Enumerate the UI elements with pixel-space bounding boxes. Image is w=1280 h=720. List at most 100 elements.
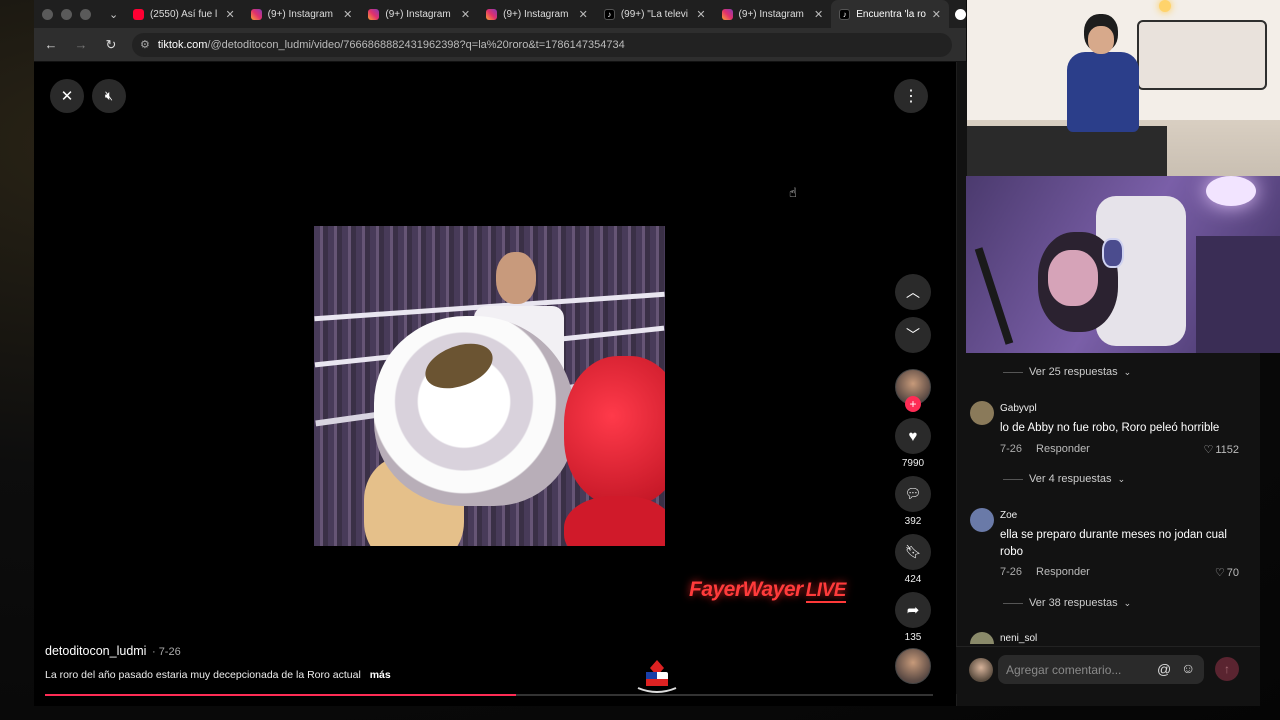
muted-speaker-icon: 🔇︎ xyxy=(104,88,114,103)
previous-video-button[interactable]: ︿ xyxy=(895,274,931,310)
chevron-down-icon: ⌄ xyxy=(1123,366,1132,377)
tab-close-icon[interactable]: ✕ xyxy=(461,8,470,21)
chile-emblem-icon xyxy=(637,660,677,693)
chevron-down-icon: ﹀ xyxy=(906,327,920,343)
comment-text: lo de Abby no fue robo, Roro peleó horri… xyxy=(1000,422,1220,434)
url-field[interactable]: ⚙ tiktok.com/@detoditocon_ludmi/video/76… xyxy=(132,32,952,57)
instagram-icon xyxy=(486,8,498,20)
chevron-up-icon: ︿ xyxy=(906,284,920,300)
browser-tab-active[interactable]: ♪ Encuentra 'la ro ✕ xyxy=(831,0,949,28)
video-author-name[interactable]: detoditocon_ludmi xyxy=(45,644,146,658)
browser-tab[interactable]: ♪ (99+) "La televi ✕ xyxy=(596,0,714,28)
tiktok-icon: ♪ xyxy=(839,8,851,20)
comment-button[interactable]: 💬︎ xyxy=(895,476,931,512)
next-video-button[interactable]: ﹀ xyxy=(895,317,931,353)
video-progress-fill xyxy=(45,694,516,696)
replies-label: Ver 25 respuestas xyxy=(1029,366,1118,378)
heart-icon: ♥ xyxy=(908,427,918,445)
tab-close-icon[interactable]: ✕ xyxy=(579,8,588,21)
webcam-feed-guest xyxy=(966,176,1280,353)
view-replies-toggle[interactable]: Ver 25 respuestas ⌄ xyxy=(1003,366,1131,378)
instagram-icon xyxy=(368,8,380,20)
chevron-down-icon: ⌄ xyxy=(1123,597,1132,608)
url-path: /@detoditocon_ludmi/video/76668688824319… xyxy=(207,38,625,51)
screen: ⌄ (2550) Así fue l ✕ (9+) Instagram ✕ (9… xyxy=(0,0,1280,720)
video-author-line: detoditocon_ludmi · 7-26 xyxy=(45,644,181,658)
comment-input[interactable]: Agregar comentario... @ ☺ xyxy=(998,655,1204,684)
tab-label: (9+) Instagram xyxy=(503,8,569,20)
tab-close-icon[interactable]: ✕ xyxy=(225,8,234,21)
mouse-pointer-icon: ☝︎ xyxy=(789,185,797,200)
tab-close-icon[interactable]: ✕ xyxy=(343,8,352,21)
comment-username[interactable]: neni_sol xyxy=(1000,633,1037,644)
comment-like-button[interactable]: ♡ 70 xyxy=(1179,566,1239,579)
comment-like-button[interactable]: ♡ 1152 xyxy=(1179,443,1239,456)
forward-arrow-icon[interactable]: → xyxy=(68,37,94,52)
comment-date: 7-26 xyxy=(1000,566,1023,578)
heart-outline-icon: ♡ xyxy=(1214,567,1225,579)
save-button[interactable]: 🔖︎ xyxy=(895,534,931,570)
tab-label: (9+) Instagram xyxy=(385,8,451,20)
comment-avatar[interactable] xyxy=(970,632,994,644)
more-options-button[interactable]: ⋮ xyxy=(894,79,928,113)
video-date: 7-26 xyxy=(158,646,181,658)
video-viewer: ✕ 🔇︎ ⋮ ︿ ﹀ + ♥ 7990 💬︎ 392 🔖︎ 424 ➦ 135 xyxy=(34,62,956,706)
browser-tab[interactable]: (9+) Instagram ✕ xyxy=(243,0,361,28)
video-player[interactable] xyxy=(314,226,665,546)
window-controls xyxy=(42,8,91,20)
tab-label: Encuentra 'la ro xyxy=(856,8,926,20)
reload-icon[interactable]: ↻ xyxy=(98,37,124,53)
mute-toggle-button[interactable]: 🔇︎ xyxy=(92,79,126,113)
comment-meta: 7-26 Responder xyxy=(1000,566,1090,578)
like-button[interactable]: ♥ xyxy=(895,418,931,454)
comment-like-count: 1152 xyxy=(1215,444,1239,456)
comment-avatar[interactable] xyxy=(970,401,994,425)
close-video-button[interactable]: ✕ xyxy=(50,79,84,113)
caption-more-link[interactable]: más xyxy=(370,669,391,681)
comment-username[interactable]: Zoe xyxy=(1000,510,1017,521)
back-arrow-icon[interactable]: ← xyxy=(38,37,64,52)
instagram-icon xyxy=(250,8,262,20)
maximize-window-button[interactable] xyxy=(80,8,91,20)
tab-close-icon[interactable]: ✕ xyxy=(696,8,705,21)
reply-button[interactable]: Responder xyxy=(1036,443,1090,455)
view-replies-toggle[interactable]: Ver 38 respuestas ⌄ xyxy=(1003,597,1131,609)
comment-input-placeholder: Agregar comentario... xyxy=(1006,662,1122,677)
comment-avatar[interactable] xyxy=(970,508,994,532)
google-icon[interactable] xyxy=(954,8,966,20)
browser-tab[interactable]: (9+) Instagram ✕ xyxy=(478,0,596,28)
send-comment-button[interactable]: ↑ xyxy=(1215,657,1239,681)
chevron-down-icon: ⌄ xyxy=(1117,473,1126,484)
reply-button[interactable]: Responder xyxy=(1036,566,1090,578)
tab-close-icon[interactable]: ✕ xyxy=(814,8,823,21)
heart-outline-icon: ♡ xyxy=(1203,444,1214,456)
youtube-icon xyxy=(132,8,144,20)
share-button[interactable]: ➦ xyxy=(895,592,931,628)
overlay-brand-text: FayerWayer xyxy=(689,578,803,601)
comment-count: 392 xyxy=(904,516,922,527)
view-replies-toggle[interactable]: Ver 4 respuestas ⌄ xyxy=(1003,473,1125,485)
share-count: 135 xyxy=(904,632,922,643)
browser-tab[interactable]: (9+) Instagram ✕ xyxy=(360,0,478,28)
follow-plus-button[interactable]: + xyxy=(905,396,921,412)
close-window-button[interactable] xyxy=(42,8,53,20)
tab-search-chevron-icon[interactable]: ⌄ xyxy=(109,8,125,21)
comment-like-count: 70 xyxy=(1226,567,1239,579)
tab-label: (2550) Así fue l xyxy=(149,8,218,20)
tab-close-icon[interactable]: ✕ xyxy=(932,8,941,21)
video-progress-bar[interactable] xyxy=(45,694,933,696)
comment-username[interactable]: Gabyvpl xyxy=(1000,403,1037,414)
browser-tab[interactable]: (9+) Instagram ✕ xyxy=(714,0,832,28)
browser-tab[interactable]: (2550) Así fue l ✕ xyxy=(125,0,243,28)
instagram-icon xyxy=(721,8,733,20)
music-disc-avatar[interactable] xyxy=(895,648,931,684)
mention-at-icon[interactable]: @ xyxy=(1157,661,1171,677)
tab-label: (9+) Instagram xyxy=(738,8,804,20)
save-count: 424 xyxy=(904,574,922,585)
webcam-feed-streamer xyxy=(967,0,1280,176)
caption-text: La roro del año pasado estaria muy decep… xyxy=(45,669,361,681)
tiktok-icon: ♪ xyxy=(603,8,615,20)
minimize-window-button[interactable] xyxy=(61,8,72,20)
site-settings-icon[interactable]: ⚙ xyxy=(140,38,150,51)
emoji-icon[interactable]: ☺ xyxy=(1181,660,1195,676)
